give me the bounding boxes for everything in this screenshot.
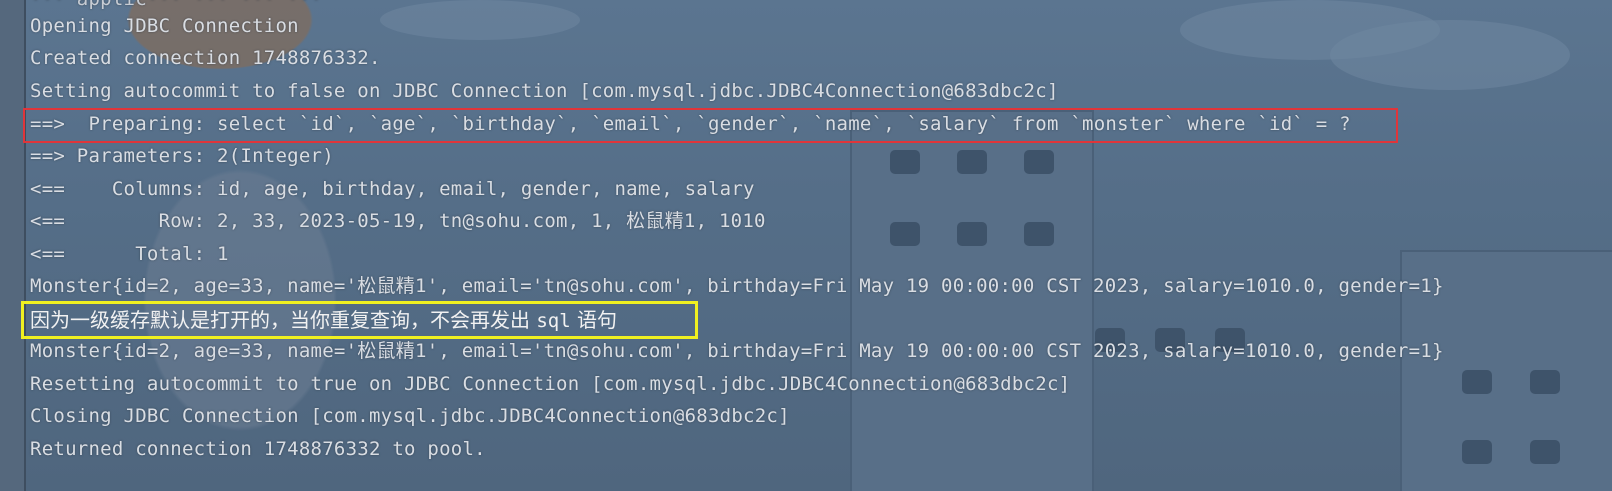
highlight-box-yellow bbox=[21, 301, 698, 339]
console-line-result-row: <== Row: 2, 33, 2023-05-19, tn@sohu.com,… bbox=[30, 210, 766, 232]
console-line: Created connection 1748876332. bbox=[30, 47, 381, 69]
console-output[interactable]: ··· applic··· ··· ··· ··· Opening JDBC C… bbox=[0, 0, 1612, 491]
console-line-sql-parameters: ==> Parameters: 2(Integer) bbox=[30, 145, 334, 167]
console-line-monster-output: Monster{id=2, age=33, name='松鼠精1', email… bbox=[30, 340, 1444, 362]
console-line-result-columns: <== Columns: id, age, birthday, email, g… bbox=[30, 178, 755, 200]
console-line: Setting autocommit to false on JDBC Conn… bbox=[30, 80, 1059, 102]
console-line-monster-output: Monster{id=2, age=33, name='松鼠精1', email… bbox=[30, 275, 1444, 297]
console-line: Closing JDBC Connection [com.mysql.jdbc.… bbox=[30, 405, 790, 427]
console-line: Opening JDBC Connection bbox=[30, 15, 299, 37]
console-line: Returned connection 1748876332 to pool. bbox=[30, 438, 486, 460]
highlight-box-red bbox=[23, 108, 1398, 143]
console-line-result-total: <== Total: 1 bbox=[30, 243, 229, 265]
console-line: Resetting autocommit to true on JDBC Con… bbox=[30, 373, 1071, 395]
